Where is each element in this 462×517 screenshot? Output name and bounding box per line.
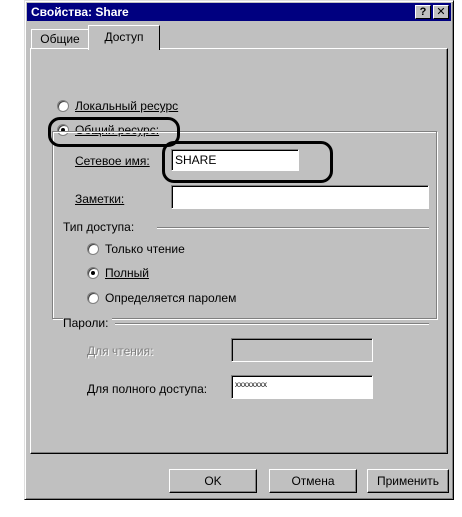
cancel-button[interactable]: Отмена [269,469,357,493]
properties-dialog: Свойства: Share ? ✕ Общие Доступ Локальн… [24,0,454,500]
full-access-label[interactable]: Полный [105,266,149,280]
tab-panel-access: Локальный ресурс Общий ресурс: Сетевое и… [30,48,448,454]
local-resource-radio[interactable] [57,100,69,112]
full-password-label: Для полного доступа: [87,382,208,396]
full-password-field[interactable]: xxxxxxxx [231,375,373,399]
full-access-text: Полный [105,266,149,280]
help-icon[interactable]: ? [415,5,431,19]
tab-access[interactable]: Доступ [88,25,160,50]
comment-label: Заметки: [75,192,124,206]
passwords-separator [115,323,429,325]
title-bar[interactable]: Свойства: Share ? ✕ [27,3,451,21]
local-resource-text: Локальный ресурс [75,99,179,113]
full-access-radio[interactable] [87,267,99,279]
tab-general[interactable]: Общие [31,29,89,49]
window-title: Свойства: Share [31,5,129,19]
share-name-field[interactable]: SHARE [171,149,299,171]
local-resource-label[interactable]: Локальный ресурс [75,99,178,113]
apply-button[interactable]: Применить [367,469,449,493]
comment-label-text: Заметки: [75,192,125,206]
close-icon[interactable]: ✕ [433,5,449,19]
password-depends-radio[interactable] [87,292,99,304]
share-name-label: Сетевое имя: [75,154,150,168]
read-password-label: Для чтения: [87,344,154,358]
ok-button[interactable]: OK [169,469,257,493]
read-only-label[interactable]: Только чтение [105,242,185,256]
access-type-label: Тип доступа: [63,220,139,234]
password-depends-label[interactable]: Определяется паролем [105,291,236,305]
read-password-field [231,338,373,362]
read-only-radio[interactable] [87,243,99,255]
comment-field[interactable] [171,185,429,209]
access-type-separator [157,227,429,229]
share-name-label-text: Сетевое имя: [75,154,150,168]
passwords-label: Пароли: [63,316,113,330]
